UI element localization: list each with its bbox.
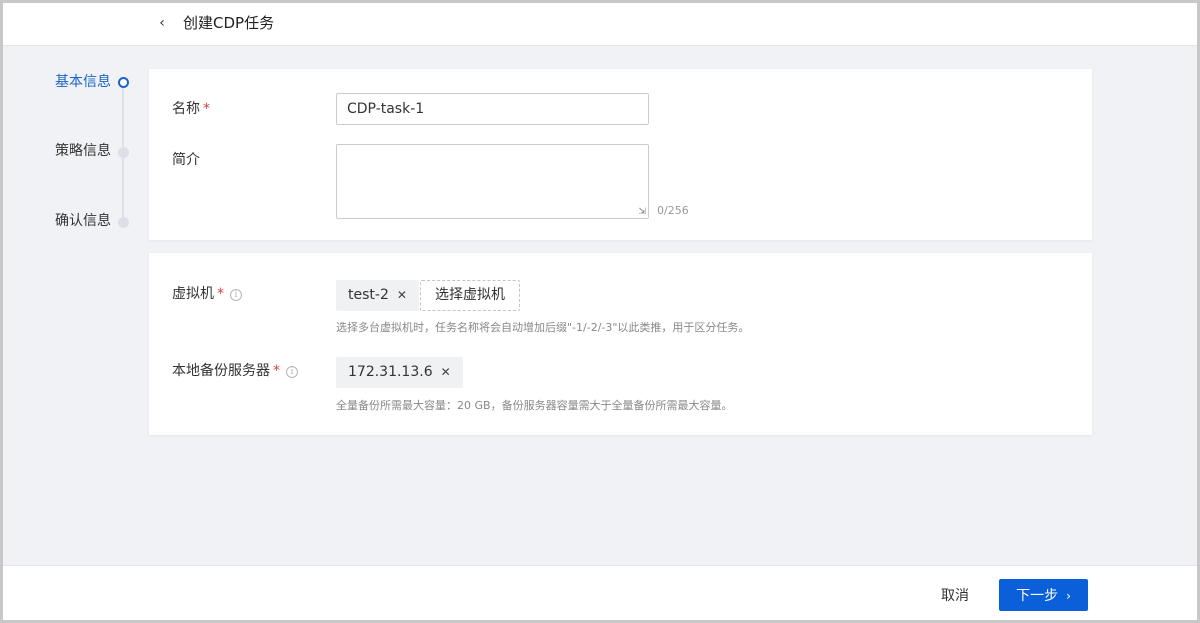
info-icon[interactable]: i [230,289,242,301]
app-window: ‹ 创建CDP任务 基本信息 策略信息 确认信息 名称* 简介 ⇲ 0/256 … [0,0,1200,623]
close-icon[interactable]: ✕ [441,365,451,379]
vm-tag: test-2 ✕ [336,280,419,311]
page-header: ‹ 创建CDP任务 [3,3,1197,46]
step-active-dot-icon [118,77,129,88]
required-mark: * [273,363,280,379]
name-label: 名称 * [172,99,210,119]
step-policy-info[interactable]: 策略信息 [55,141,111,161]
backup-server-label: 本地备份服务器 * i [172,361,298,381]
vm-hint-text: 选择多台虚拟机时，任务名称将会自动增加后缀"-1/-2/-3"以此类推，用于区分… [336,321,750,334]
required-mark: * [203,101,210,117]
vm-label: 虚拟机 * i [172,284,242,304]
required-mark: * [217,286,224,302]
step-dot-icon [118,217,129,228]
vm-label-text: 虚拟机 [172,286,214,302]
select-vm-button[interactable]: 选择虚拟机 [420,280,520,311]
info-icon[interactable]: i [286,366,298,378]
vm-tag-label: test-2 [348,287,389,303]
backup-server-hint-text: 全量备份所需最大容量：20 GB，备份服务器容量需大于全量备份所需最大容量。 [336,399,733,412]
backup-server-tag-label: 172.31.13.6 [348,364,433,380]
chevron-right-icon: › [1066,589,1071,603]
next-step-button[interactable]: 下一步 › [999,579,1088,611]
step-basic-info[interactable]: 基本信息 [55,72,111,92]
close-icon[interactable]: ✕ [397,288,407,302]
description-char-counter: 0/256 [657,204,689,217]
next-step-label: 下一步 [1016,588,1059,604]
step-confirm-info[interactable]: 确认信息 [55,211,111,231]
name-label-text: 名称 [172,101,200,117]
name-input[interactable] [336,93,649,125]
step-dot-icon [118,147,129,158]
cancel-button[interactable]: 取消 [941,585,969,605]
resource-card: 虚拟机 * i test-2 ✕ 选择虚拟机 选择多台虚拟机时，任务名称将会自动增加后… [149,253,1092,435]
description-label: 简介 [172,152,200,168]
resize-handle-icon[interactable]: ⇲ [638,208,646,217]
back-chevron-icon[interactable]: ‹ [154,12,170,34]
backup-server-tag: 172.31.13.6 ✕ [336,357,463,388]
basic-info-card: 名称* 简介 ⇲ 0/256 [149,69,1092,240]
description-textarea[interactable]: ⇲ [336,144,649,219]
page-title: 创建CDP任务 [183,14,275,32]
page-footer: 取消 下一步 › [3,565,1197,620]
backup-server-label-text: 本地备份服务器 [172,363,270,379]
